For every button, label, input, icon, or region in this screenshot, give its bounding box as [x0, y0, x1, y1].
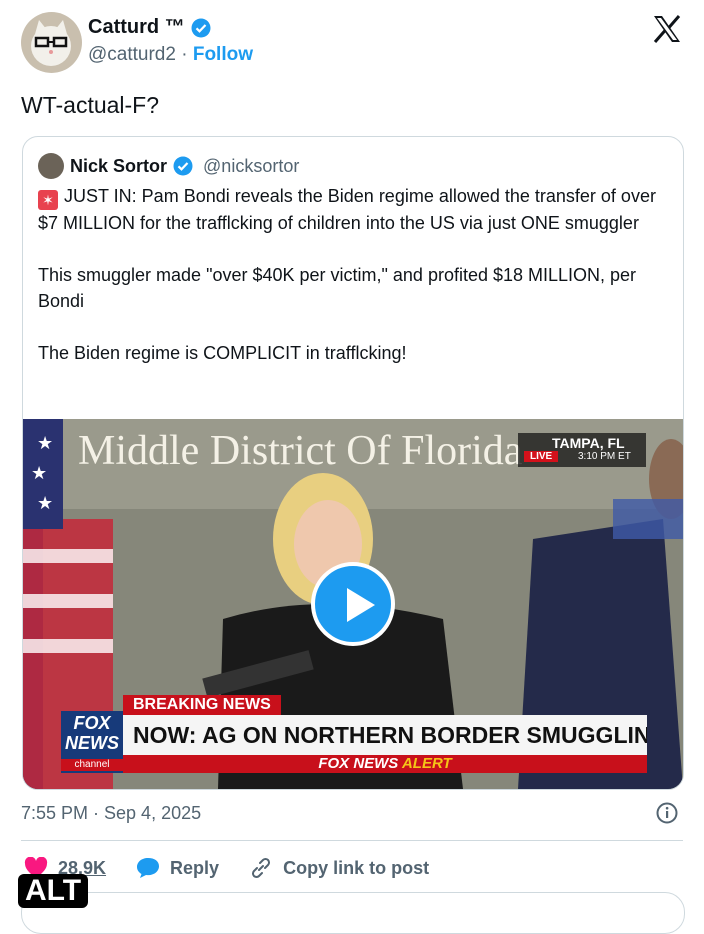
- quoted-author-row: Nick Sortor @nicksortor: [38, 153, 299, 179]
- link-icon: [252, 857, 271, 879]
- svg-text:★: ★: [37, 493, 53, 514]
- reply-button[interactable]: Reply: [136, 857, 219, 879]
- svg-text:★: ★: [37, 433, 53, 454]
- post-timestamp[interactable]: 7:55 PM · Sep 4, 2025: [21, 803, 201, 824]
- video-player[interactable]: ★ ★ ★ Middle District Of Florida TAMPA, …: [23, 419, 683, 789]
- separator-dot: ·: [181, 44, 188, 65]
- tweet-text: WT-actual-F?: [21, 92, 160, 118]
- x-logo-icon[interactable]: [652, 14, 682, 44]
- reply-label: Reply: [170, 857, 220, 878]
- lower-third-headline: NOW: AG ON NORTHERN BORDER SMUGGLING CRA…: [123, 715, 647, 755]
- location-label: TAMPA, FL: [552, 435, 625, 451]
- divider: [21, 840, 683, 841]
- alt-badge[interactable]: ALT: [18, 874, 89, 908]
- fox-news-logo: FOX NEWS channel: [61, 711, 123, 773]
- live-label: LIVE: [524, 451, 559, 462]
- reply-bubble-icon: [137, 858, 160, 878]
- author-handle[interactable]: @catturd2: [88, 44, 176, 65]
- copy-link-button[interactable]: Copy link to post: [249, 856, 429, 880]
- info-icon[interactable]: [656, 802, 678, 824]
- play-button[interactable]: [311, 562, 395, 646]
- live-time: 3:10 PM ET: [578, 451, 631, 462]
- fox-logo-line-3: channel: [61, 759, 123, 771]
- breaking-news-label: BREAKING NEWS: [123, 695, 281, 715]
- quoted-tweet-card[interactable]: Nick Sortor @nicksortor ✶ JUST IN: Pam Bo…: [22, 136, 684, 790]
- author-handle-row: @catturd2 · Follow: [88, 44, 253, 66]
- verified-badge-icon: [173, 156, 193, 176]
- verified-badge-icon: [191, 18, 211, 37]
- copy-link-label: Copy link to post: [283, 857, 430, 878]
- quoted-paragraph: This smuggler made "over $40K per victim…: [38, 265, 637, 311]
- action-bar: 28.9K Reply Copy link to post: [24, 856, 459, 880]
- author-avatar[interactable]: [21, 12, 82, 73]
- author-name[interactable]: Catturd ™: [88, 16, 185, 39]
- alert-prefix: FOX NEWS: [318, 755, 399, 772]
- follow-link[interactable]: Follow: [193, 44, 253, 65]
- author-name-row: Catturd ™: [88, 16, 211, 39]
- fox-logo-line-2: NEWS: [65, 733, 119, 753]
- svg-text:★: ★: [31, 463, 47, 484]
- read-replies-button[interactable]: [21, 892, 685, 934]
- fox-logo-line-1: FOX: [73, 713, 111, 733]
- alert-suffix: ALERT: [401, 755, 452, 772]
- quoted-author-handle: @nicksortor: [203, 155, 300, 176]
- location-bug: TAMPA, FL LIVE 3:10 PM ET: [518, 433, 646, 467]
- fox-news-alert-bar: FOX NEWS ALERT: [123, 755, 647, 773]
- quoted-paragraph: JUST IN: Pam Bondi reveals the Biden reg…: [38, 186, 656, 233]
- quoted-author-name: Nick Sortor: [70, 155, 168, 176]
- quoted-author-avatar: [38, 153, 64, 179]
- quoted-text: ✶ JUST IN: Pam Bondi reveals the Biden re…: [38, 183, 668, 392]
- siren-icon: ✶: [38, 190, 58, 210]
- quoted-paragraph: The Biden regime is COMPLICIT in trafflc…: [38, 343, 407, 363]
